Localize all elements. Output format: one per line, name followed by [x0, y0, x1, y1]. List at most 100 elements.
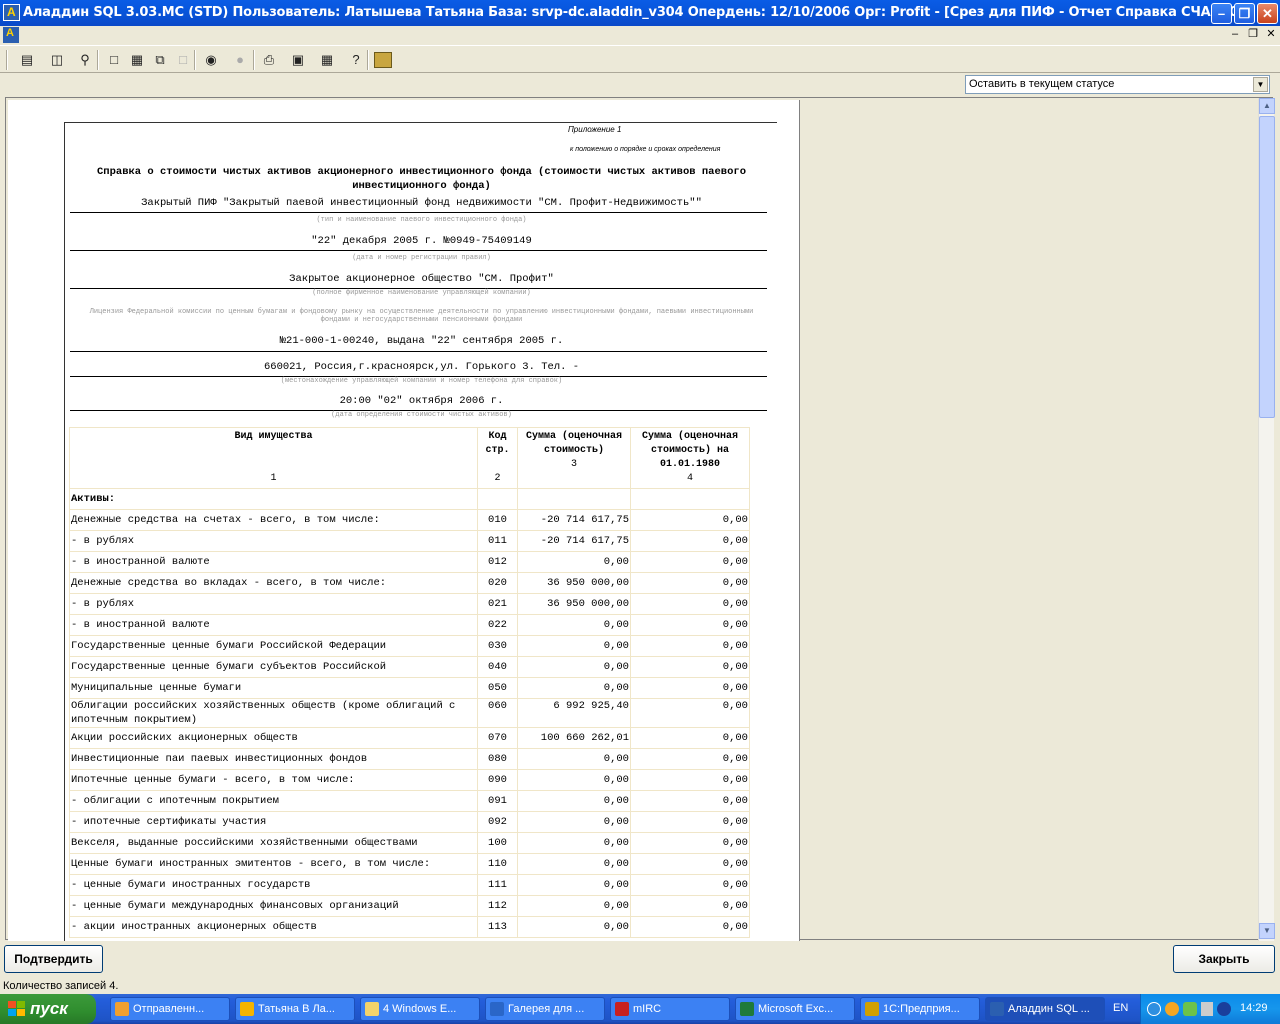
row-sum: -20 714 617,75	[517, 509, 631, 531]
disabled-icon: ●	[236, 52, 244, 67]
chevron-down-icon[interactable]: ▼	[1253, 77, 1268, 92]
taskbar-button[interactable]: Татьяна В Ла...	[235, 997, 355, 1021]
record-count: Количество записей 4.	[3, 980, 119, 992]
taskbar-button[interactable]: 1С:Предприя...	[860, 997, 980, 1021]
row-sum-1980: 0,00	[630, 614, 750, 636]
taskbar-button[interactable]: Галерея для ...	[485, 997, 605, 1021]
table-row: Денежные средства во вкладах - всего, в …	[69, 572, 750, 594]
taskbar-button[interactable]: Отправленн...	[110, 997, 230, 1021]
row-code: 030	[477, 635, 518, 657]
column-code-label: Код стр.	[485, 431, 510, 456]
row-name: Государственные ценные бумаги Российской…	[69, 635, 478, 657]
language-indicator[interactable]: EN	[1113, 1002, 1128, 1014]
row-name: - ипотечные сертификаты участия	[69, 811, 478, 833]
table-cell	[630, 488, 750, 510]
tray-app-icon[interactable]	[1165, 1002, 1179, 1016]
row-code: 091	[477, 790, 518, 812]
toolbar-separator	[194, 50, 196, 70]
database-icon[interactable]: ◫	[47, 51, 67, 69]
table-section-row: Активы:	[69, 488, 750, 510]
company-address: 660021, Россия,г.красноярск,ул. Горького…	[263, 361, 580, 373]
row-code: 050	[477, 677, 518, 699]
close-button[interactable]: Закрыть	[1173, 945, 1275, 973]
taskbar-button[interactable]: Microsoft Exc...	[735, 997, 855, 1021]
vertical-scrollbar[interactable]: ▲ ▼	[1258, 98, 1275, 941]
row-sum-1980: 0,00	[630, 593, 750, 615]
row-name: - ценные бумаги международных финансовых…	[69, 895, 478, 917]
tray-arrow-icon[interactable]	[1147, 1002, 1161, 1016]
taskbar-button[interactable]: 4 Windows E...	[360, 997, 480, 1021]
row-code: 112	[477, 895, 518, 917]
valuation-datetime: 20:00 "02" октября 2006 г.	[339, 395, 504, 407]
binoculars-icon[interactable]: ◉	[201, 51, 221, 69]
appendix-sub: к положению о порядке и сроках определен…	[570, 146, 721, 153]
scroll-thumb[interactable]	[1259, 116, 1275, 418]
status-select[interactable]: Оставить в текущем статусе ▼	[965, 75, 1270, 94]
start-label: пуск	[30, 999, 68, 1018]
task-app-icon	[865, 1002, 879, 1016]
window-icon[interactable]: □	[104, 51, 124, 69]
restore-icon[interactable]: ❐	[1234, 3, 1255, 24]
table-cell	[517, 488, 631, 510]
clock[interactable]: 14:29	[1240, 1002, 1268, 1014]
child-window-icon[interactable]	[3, 27, 19, 43]
child-minimize-icon[interactable]: –	[1228, 28, 1242, 42]
export-icon[interactable]	[374, 52, 392, 68]
column-num-1: 1	[270, 473, 277, 484]
row-code: 060	[477, 698, 518, 728]
row-sum: 0,00	[517, 874, 631, 896]
task-label: Отправленн...	[133, 1003, 205, 1015]
row-sum-1980: 0,00	[630, 635, 750, 657]
task-app-icon	[240, 1002, 254, 1016]
assets-table: Вид имущества 1 Код стр. 2 Сумма (оценочна…	[69, 427, 750, 938]
app-icon[interactable]	[3, 4, 20, 21]
row-sum: 0,00	[517, 769, 631, 791]
child-close-icon[interactable]: ✕	[1264, 28, 1278, 42]
tray-network-icon[interactable]	[1183, 1002, 1197, 1016]
row-sum-1980: 0,00	[630, 656, 750, 678]
taskbar-button[interactable]: mIRC	[610, 997, 730, 1021]
print-icon[interactable]: ⎙	[259, 51, 279, 69]
scroll-down-icon[interactable]: ▼	[1259, 923, 1275, 939]
row-sum-1980: 0,00	[630, 790, 750, 812]
table-row: Инвестиционные паи паевых инвестиционных…	[69, 748, 750, 770]
row-code: 113	[477, 916, 518, 938]
scroll-up-icon[interactable]: ▲	[1259, 98, 1275, 114]
help-icon[interactable]: ?	[346, 51, 366, 69]
row-code: 010	[477, 509, 518, 531]
row-sum: 0,00	[517, 895, 631, 917]
taskbar-button[interactable]: Аладдин SQL ...	[985, 997, 1105, 1021]
window-title-bar[interactable]: Аладдин SQL 3.03.MC (STD) Пользователь: …	[0, 0, 1280, 26]
taskbar: пуск Отправленн... Татьяна В Ла... 4 Windo…	[0, 994, 1280, 1024]
fund-name: Закрытый ПИФ "Закрытый паевой инвестицио…	[141, 197, 702, 209]
start-button[interactable]: пуск	[0, 994, 96, 1024]
save-icon[interactable]: ▣	[288, 51, 308, 69]
row-code: 040	[477, 656, 518, 678]
row-sum: 0,00	[517, 677, 631, 699]
table-row: Муниципальные ценные бумаги 050 0,00 0,00	[69, 677, 750, 699]
close-icon[interactable]: ✕	[1257, 3, 1278, 24]
tile-icon[interactable]: ▦	[127, 51, 147, 69]
toolbar-grip	[6, 50, 8, 70]
table-row: - ценные бумаги иностранных государств 11…	[69, 874, 750, 896]
cascade-icon[interactable]: ⧉	[150, 51, 170, 69]
child-restore-icon[interactable]: ❐	[1246, 28, 1260, 42]
tray-device-icon[interactable]	[1201, 1002, 1213, 1016]
row-sum: 0,00	[517, 916, 631, 938]
calendar-icon[interactable]: ▦	[317, 51, 337, 69]
report-title: Справка о стоимости чистых активов акцио…	[96, 166, 746, 192]
table-row: - в иностранной валюте 022 0,00 0,00	[69, 614, 750, 636]
row-code: 100	[477, 832, 518, 854]
table-row: - ипотечные сертификаты участия 092 0,00 0,…	[69, 811, 750, 833]
blank-icon[interactable]: □	[173, 51, 193, 69]
minimize-icon[interactable]: –	[1211, 3, 1232, 24]
confirm-button[interactable]: Подтвердить	[4, 945, 103, 973]
table-row: Векселя, выданные российскими хозяйствен…	[69, 832, 750, 854]
row-sum-1980: 0,00	[630, 677, 750, 699]
task-label: 1С:Предприя...	[883, 1003, 960, 1015]
find-icon[interactable]: ⚲	[75, 51, 95, 69]
row-code: 080	[477, 748, 518, 770]
row-code: 110	[477, 853, 518, 875]
tray-volume-icon[interactable]	[1217, 1002, 1231, 1016]
report-icon[interactable]: ▤	[17, 51, 37, 69]
